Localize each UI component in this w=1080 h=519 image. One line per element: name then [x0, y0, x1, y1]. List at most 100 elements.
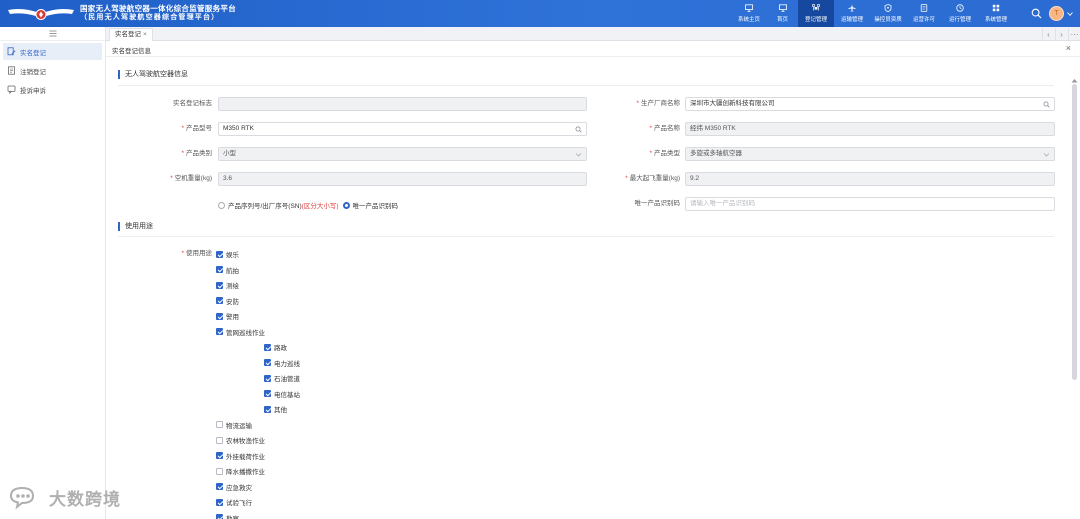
radio-unique-product-code[interactable] — [342, 201, 350, 209]
top-nav: 系统主页 首页 登记管理 运输管理 操控员资质 运营许可 运行管理 系统管理 — [731, 0, 1014, 27]
usage-checkbox-item[interactable]: 电信基站 — [264, 388, 300, 400]
usage-checkbox-item[interactable]: 石油管道 — [264, 372, 300, 384]
checkbox-checked[interactable] — [264, 405, 271, 413]
checkbox-checked[interactable] — [216, 498, 223, 506]
platform-title: 国家无人驾驶航空器一体化综合监管服务平台 （民用无人驾驶航空器综合管理平台） — [80, 4, 236, 22]
menu-icon[interactable] — [49, 30, 57, 37]
usage-checkbox-label: 外挂载荷作业 — [226, 453, 265, 461]
product-model-field[interactable]: M350 RTK — [218, 122, 587, 136]
unique-product-code-input[interactable]: 请输入唯一产品识别码 — [685, 197, 1055, 211]
checkbox-checked[interactable] — [216, 266, 223, 273]
identification-type-radio-group: 产品序列号/出厂序号(SN) (区分大小写) 唯一产品识别码 — [218, 199, 398, 211]
field-label-product-category: * 产品类别 — [181, 150, 212, 157]
nav-operator-qualification[interactable]: 操控员资质 — [870, 0, 906, 27]
checkbox-checked[interactable] — [216, 483, 223, 490]
usage-checkbox-item[interactable]: 娱乐 — [216, 248, 239, 260]
usage-checkbox-item[interactable]: 航拍 — [216, 264, 239, 276]
checkbox-checked[interactable] — [216, 514, 223, 519]
usage-checkbox-item[interactable]: 物流运输 — [216, 419, 252, 431]
nav-operation-license[interactable]: 运营许可 — [906, 0, 942, 27]
usage-checkbox-item[interactable]: 管网巡线作业 — [216, 326, 265, 338]
chevron-down-icon[interactable] — [1067, 11, 1073, 17]
avatar[interactable]: T — [1049, 6, 1064, 21]
empty-weight-field: 3.6 — [218, 172, 587, 186]
usage-checkbox-item[interactable]: 电力巡线 — [264, 357, 300, 369]
checkbox-checked[interactable] — [264, 374, 271, 382]
usage-checkbox-label: 其他 — [274, 407, 287, 414]
usage-checkbox-label: 警用 — [226, 314, 239, 321]
scroll-up-arrow[interactable] — [1071, 78, 1078, 83]
usage-checkbox-item[interactable]: 试验飞行 — [216, 496, 252, 508]
platform-title-line1: 国家无人驾驶航空器一体化综合监管服务平台 — [80, 4, 236, 13]
usage-checkbox-label: 应急救灾 — [226, 484, 252, 492]
checkbox-checked[interactable] — [216, 452, 223, 459]
vertical-scrollbar[interactable] — [1072, 84, 1077, 380]
checkbox-checked[interactable] — [216, 281, 223, 289]
sidebar-item-complaint[interactable]: 投诉申诉 — [3, 81, 102, 98]
field-label-max-takeoff-weight: * 最大起飞重量(kg) — [625, 175, 680, 182]
checkbox-checked[interactable] — [264, 343, 271, 351]
sidebar-item-deregistration[interactable]: 注销登记 — [3, 62, 102, 79]
nav-home[interactable]: 首页 — [767, 0, 798, 27]
manufacturer-field[interactable]: 深圳市大疆创新科技有限公司 — [685, 97, 1055, 111]
chat-bubble-logo — [9, 486, 35, 510]
checkbox-unchecked[interactable] — [216, 421, 223, 428]
manufacturer-value: 深圳市大疆创新科技有限公司 — [690, 100, 775, 107]
tab-more-button[interactable]: ⋯ — [1068, 28, 1080, 40]
usage-checkbox-label: 降水播撒作业 — [226, 469, 265, 476]
top-header: 国家无人驾驶航空器一体化综合监管服务平台 （民用无人驾驶航空器综合管理平台） 系… — [0, 0, 1080, 27]
section-marker — [118, 69, 120, 79]
usage-checkbox-label: 电信基站 — [274, 391, 300, 399]
divider — [118, 85, 1054, 86]
usage-checkbox-item[interactable]: 外挂载荷作业 — [216, 450, 265, 462]
tab-scroll-left-button[interactable]: ‹ — [1042, 28, 1054, 40]
usage-checkbox-item[interactable]: 路政 — [264, 341, 287, 353]
usage-checkbox-item[interactable]: 农林牧渔作业 — [216, 434, 265, 446]
product-type-select[interactable]: 多旋或多轴航空器 — [685, 147, 1055, 161]
sidebar-item-label: 实名登记 — [20, 49, 46, 57]
radio-serial-number[interactable] — [218, 201, 225, 209]
product-category-select[interactable]: 小型 — [218, 147, 587, 161]
usage-checkbox-item[interactable]: 勘察 — [216, 512, 239, 519]
nav-label: 运行管理 — [948, 17, 971, 23]
usage-checkbox-item[interactable]: 警用 — [216, 310, 239, 322]
field-label-usage: * 使用用途 — [181, 250, 212, 257]
usage-checkbox-item[interactable]: 其他 — [264, 403, 287, 415]
usage-checkbox-label: 电力巡线 — [274, 360, 300, 368]
document-icon — [920, 4, 929, 12]
search-icon[interactable] — [1031, 8, 1042, 19]
usage-checkbox-item[interactable]: 安防 — [216, 295, 239, 307]
document-icon — [8, 66, 15, 75]
tab-real-name-registration[interactable]: 实名登记 × — [109, 28, 153, 41]
nav-system-home[interactable]: 系统主页 — [731, 0, 767, 27]
sidebar-toggle[interactable] — [0, 27, 105, 41]
checkbox-checked[interactable] — [264, 390, 271, 397]
usage-checkbox-item[interactable]: 应急救灾 — [216, 481, 252, 493]
checkbox-unchecked[interactable] — [216, 436, 223, 444]
sidebar-item-label: 注销登记 — [20, 68, 46, 76]
nav-system-management[interactable]: 系统管理 — [978, 0, 1014, 27]
checkbox-checked[interactable] — [216, 312, 223, 320]
usage-checkbox-label: 安防 — [226, 298, 239, 306]
checkbox-checked[interactable] — [216, 297, 223, 304]
usage-checkbox-item[interactable]: 降水播撒作业 — [216, 465, 265, 477]
tab-scroll-right-button[interactable]: › — [1055, 28, 1067, 40]
search-icon[interactable] — [575, 126, 582, 133]
nav-transport[interactable]: 运输管理 — [834, 0, 870, 27]
checkbox-unchecked[interactable] — [216, 467, 223, 475]
sidebar-item-real-name-registration[interactable]: 实名登记 — [3, 43, 102, 60]
close-icon[interactable]: × — [1066, 43, 1071, 53]
chevron-down-icon — [1043, 153, 1050, 157]
nav-registration[interactable]: 登记管理 — [798, 0, 834, 27]
grid-icon — [992, 4, 1001, 12]
close-icon[interactable]: × — [143, 31, 147, 38]
nav-operation-management[interactable]: 运行管理 — [942, 0, 978, 27]
radio-unique-product-code-label: 唯一产品识别码 — [352, 203, 399, 210]
checkbox-checked[interactable] — [264, 359, 271, 366]
more-icon: ⋯ — [1070, 29, 1079, 39]
checkbox-checked[interactable] — [216, 328, 223, 335]
checkbox-checked[interactable] — [216, 250, 223, 258]
usage-checkbox-item[interactable]: 测绘 — [216, 279, 239, 291]
search-icon[interactable] — [1043, 101, 1050, 108]
main-content: 实名登记信息 × 无人驾驶航空器信息 实名登记标志 * 生产厂商名称 深圳市大疆创… — [106, 41, 1080, 519]
